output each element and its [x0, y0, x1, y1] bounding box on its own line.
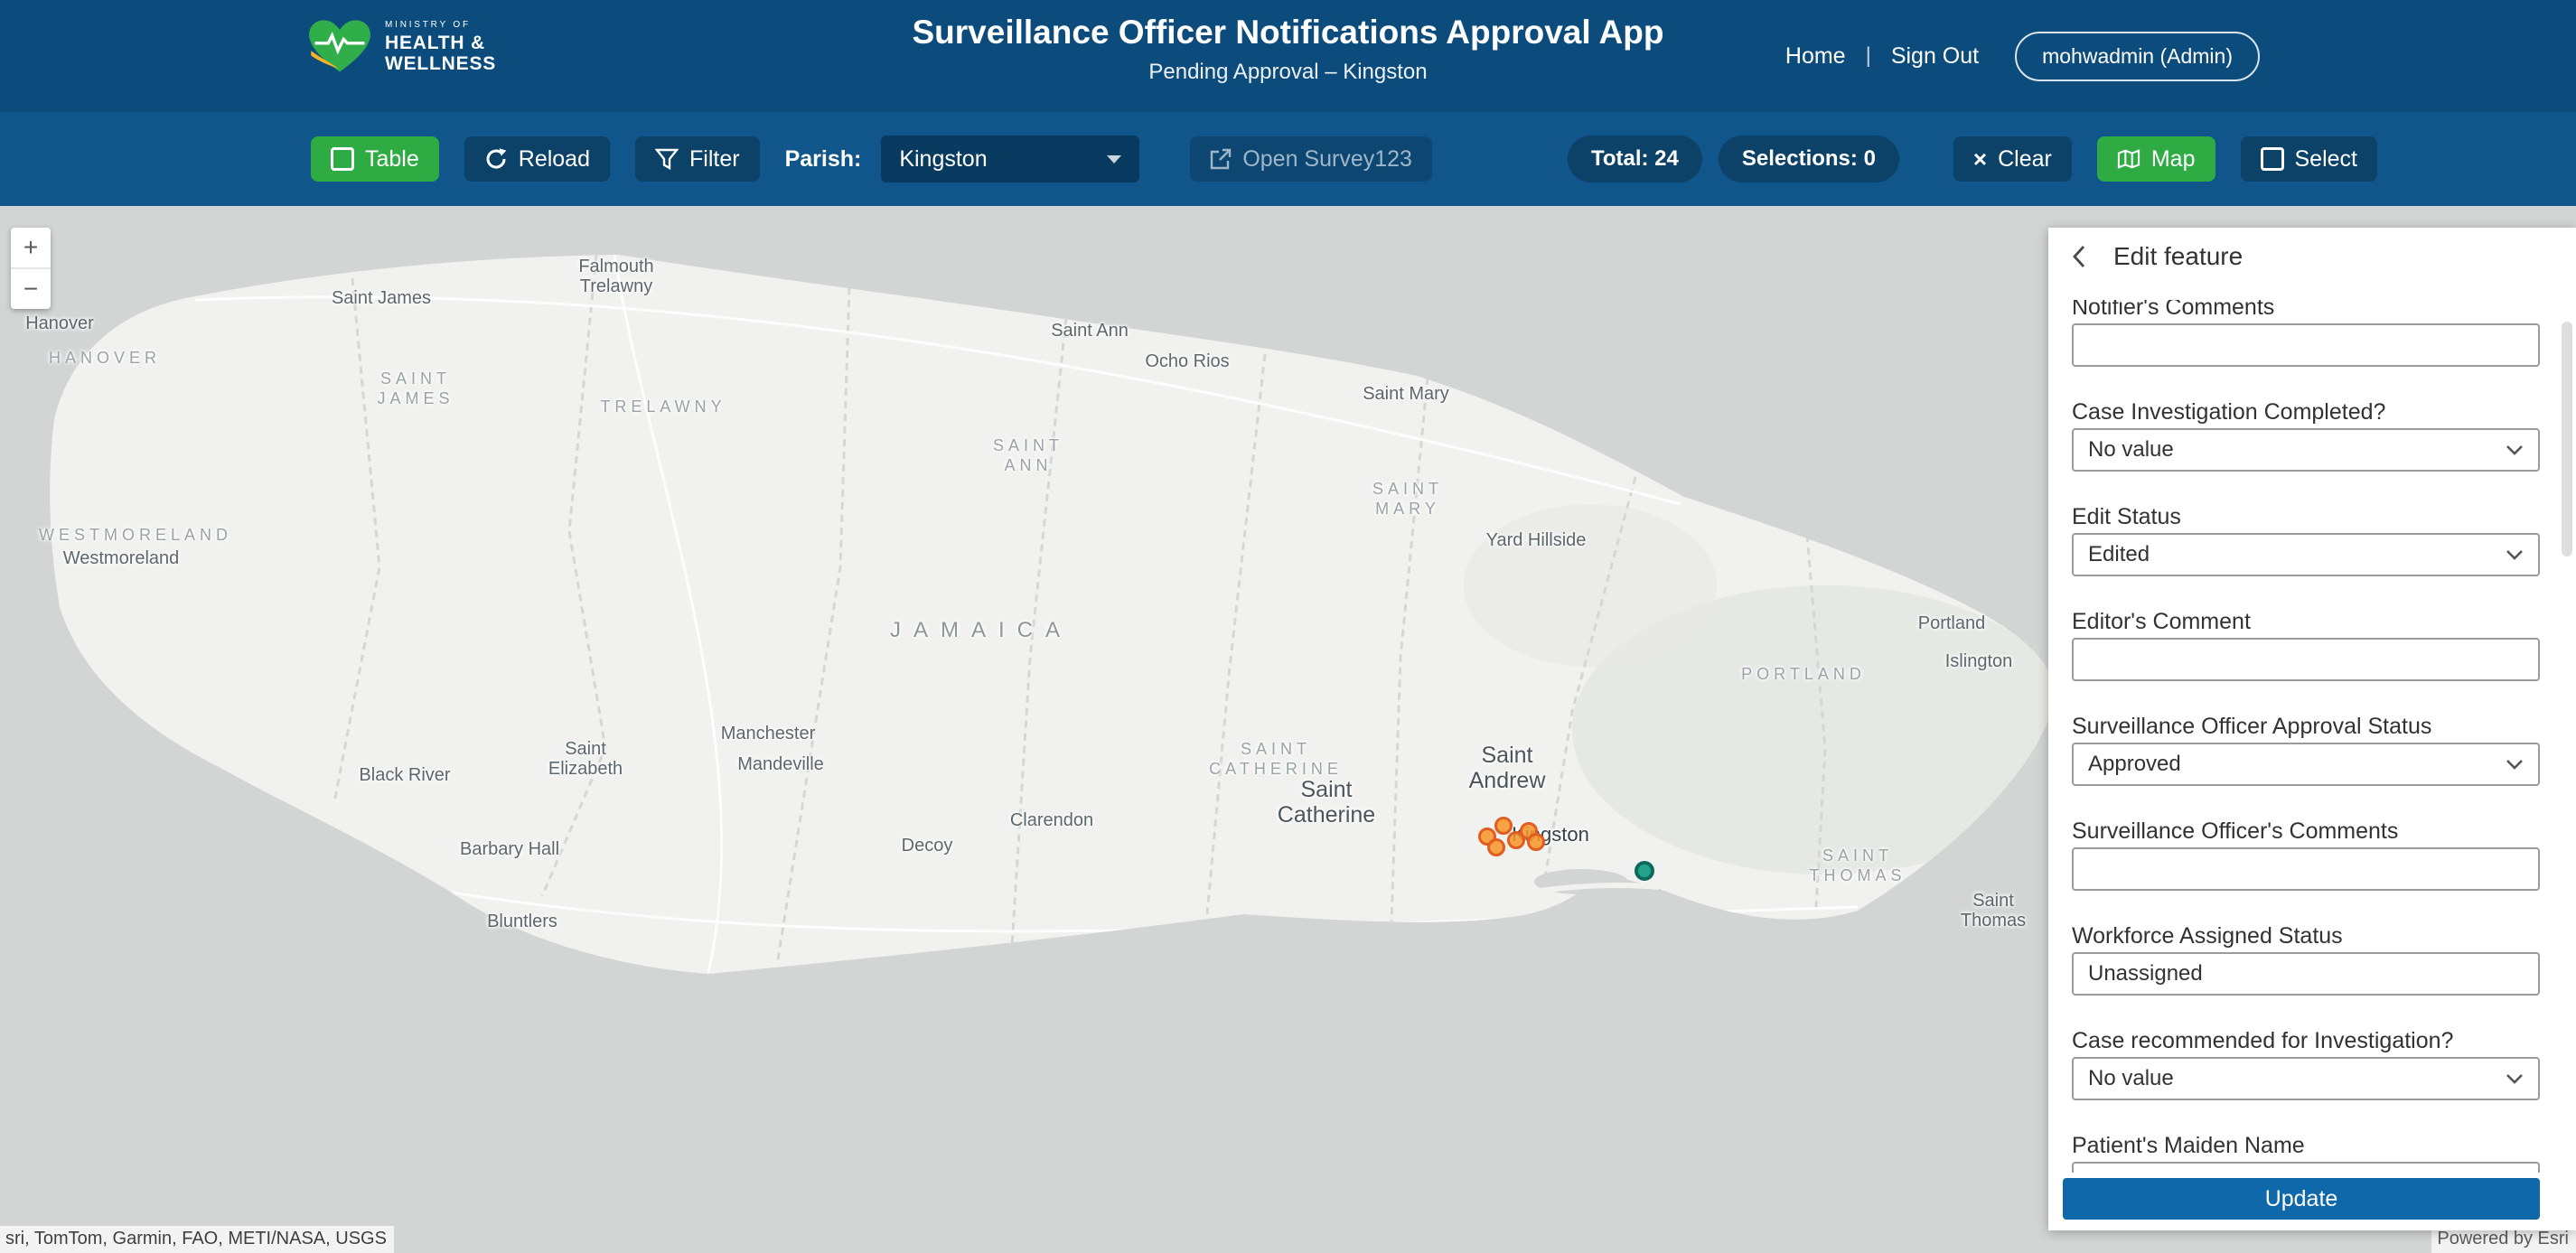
- selected-feature-point[interactable]: [1635, 861, 1654, 881]
- update-button[interactable]: Update: [2063, 1178, 2540, 1220]
- logo-wellness: WELLNESS: [385, 54, 496, 73]
- map-button-label: Map: [2151, 146, 2196, 173]
- chevron-left-icon: [2072, 245, 2086, 268]
- selections-count-badge: Selections: 0: [1719, 136, 1899, 182]
- title-block: Surveillance Officer Notifications Appro…: [913, 14, 1664, 85]
- field-select[interactable]: Edited: [2072, 533, 2540, 576]
- panel-field-workforce-assigned-status: Workforce Assigned Status Unassigned: [2072, 923, 2540, 996]
- panel-field-surveillance-officer-approval-status: Surveillance Officer Approval Status Appr…: [2072, 714, 2540, 786]
- sign-out-link[interactable]: Sign Out: [1891, 43, 1979, 70]
- total-count-badge: Total: 24: [1568, 136, 1702, 182]
- field-label: Patient's Maiden Name: [2072, 1133, 2540, 1158]
- caret-down-icon: [1107, 155, 1121, 164]
- open-survey123-button[interactable]: Open Survey123: [1190, 136, 1432, 182]
- field-select[interactable]: No value: [2072, 428, 2540, 472]
- field-label: Edit Status: [2072, 504, 2540, 529]
- logo-health: HEALTH &: [385, 33, 496, 52]
- home-link[interactable]: Home: [1785, 43, 1846, 70]
- panel-field-editor-s-comment: Editor's Comment: [2072, 609, 2540, 681]
- field-label: Notifier's Comments: [2072, 300, 2540, 320]
- reload-button-label: Reload: [519, 146, 590, 173]
- app-header: MINISTRY OF HEALTH & WELLNESS Surveillan…: [0, 0, 2576, 112]
- user-badge[interactable]: mohwadmin (Admin): [2015, 32, 2260, 81]
- panel-field-case-recommended-for-investigation: Case recommended for Investigation? No va…: [2072, 1028, 2540, 1100]
- map-canvas[interactable]: HanoverHANOVERSaint JamesSAINTJAMESFalmo…: [0, 206, 2576, 1253]
- header-nav: Home | Sign Out mohwadmin (Admin): [1785, 0, 2260, 112]
- field-input[interactable]: [2072, 1162, 2540, 1173]
- zoom-control: + −: [11, 228, 51, 309]
- logo-ministry-of: MINISTRY OF: [385, 21, 496, 30]
- field-input[interactable]: [2072, 323, 2540, 367]
- filter-icon: [655, 148, 679, 170]
- select-button-label: Select: [2295, 146, 2357, 173]
- field-select[interactable]: No value: [2072, 1057, 2540, 1100]
- zoom-out-button[interactable]: −: [11, 269, 51, 309]
- table-icon: [331, 147, 354, 171]
- clear-button[interactable]: × Clear: [1953, 136, 2072, 182]
- app-window: MINISTRY OF HEALTH & WELLNESS Surveillan…: [0, 0, 2576, 1253]
- table-button-label: Table: [365, 146, 419, 173]
- panel-body: Notifier's Comments Case Investigation Co…: [2048, 300, 2576, 1173]
- field-label: Editor's Comment: [2072, 609, 2540, 634]
- panel-scrollbar[interactable]: [2562, 322, 2572, 556]
- table-button[interactable]: Table: [311, 136, 439, 182]
- health-heart-icon: [307, 18, 372, 76]
- map-button[interactable]: Map: [2097, 136, 2215, 182]
- case-feature-point[interactable]: [1487, 838, 1505, 856]
- panel-title: Edit feature: [2113, 242, 2243, 271]
- field-input[interactable]: [2072, 847, 2540, 891]
- field-input[interactable]: [2072, 638, 2540, 681]
- field-label: Case recommended for Investigation?: [2072, 1028, 2540, 1053]
- chevron-down-icon: [2506, 1073, 2524, 1084]
- external-link-icon: [1210, 148, 1232, 170]
- chevron-down-icon: [2506, 549, 2524, 560]
- field-value: No value: [2088, 437, 2174, 463]
- select-button[interactable]: Select: [2241, 136, 2377, 182]
- zoom-in-button[interactable]: +: [11, 228, 51, 269]
- panel-footer: Update: [2048, 1178, 2576, 1230]
- parish-select[interactable]: Kingston: [881, 136, 1139, 182]
- field-label: Surveillance Officer Approval Status: [2072, 714, 2540, 739]
- edit-feature-panel: Edit feature Notifier's Comments Case Inv…: [2048, 228, 2576, 1230]
- clear-button-label: Clear: [1998, 146, 2052, 173]
- field-value: Approved: [2088, 752, 2181, 777]
- field-label: Case Investigation Completed?: [2072, 399, 2540, 425]
- toolbar: Table Reload Filter Parish: Kingston O: [0, 112, 2576, 206]
- field-value: No value: [2088, 1066, 2174, 1091]
- chevron-down-icon: [2506, 759, 2524, 770]
- panel-field-notifier-s-comments: Notifier's Comments: [2072, 300, 2540, 367]
- case-feature-point[interactable]: [1527, 833, 1545, 851]
- logo-text: MINISTRY OF HEALTH & WELLNESS: [385, 21, 496, 73]
- close-icon: ×: [1973, 147, 1987, 171]
- parish-select-value: Kingston: [899, 146, 987, 173]
- map-attribution: sri, TomTom, Garmin, FAO, METI/NASA, USG…: [0, 1226, 394, 1253]
- panel-header: Edit feature: [2048, 228, 2576, 300]
- field-label: Surveillance Officer's Comments: [2072, 818, 2540, 844]
- mohw-logo: MINISTRY OF HEALTH & WELLNESS: [307, 18, 496, 76]
- panel-field-edit-status: Edit Status Edited: [2072, 504, 2540, 576]
- panel-field-case-investigation-completed: Case Investigation Completed? No value: [2072, 399, 2540, 472]
- map-icon: [2117, 148, 2140, 170]
- panel-field-patient-s-maiden-name: Patient's Maiden Name: [2072, 1133, 2540, 1173]
- nav-separator: |: [1866, 43, 1871, 69]
- field-value: Unassigned: [2088, 961, 2203, 987]
- field-select[interactable]: Approved: [2072, 743, 2540, 786]
- field-label: Workforce Assigned Status: [2072, 923, 2540, 949]
- parish-label: Parish:: [785, 146, 862, 173]
- chevron-down-icon: [2506, 444, 2524, 455]
- field-input[interactable]: Unassigned: [2072, 952, 2540, 996]
- back-button[interactable]: [2068, 241, 2090, 272]
- page-subtitle: Pending Approval – Kingston: [913, 60, 1664, 85]
- field-value: Edited: [2088, 542, 2150, 567]
- select-icon: [2261, 147, 2284, 171]
- panel-field-surveillance-officer-s-comments: Surveillance Officer's Comments: [2072, 818, 2540, 891]
- reload-icon: [484, 147, 508, 171]
- filter-button[interactable]: Filter: [635, 136, 760, 182]
- reload-button[interactable]: Reload: [464, 136, 610, 182]
- filter-button-label: Filter: [689, 146, 740, 173]
- page-title: Surveillance Officer Notifications Appro…: [913, 14, 1664, 51]
- open-survey123-label: Open Survey123: [1242, 146, 1412, 173]
